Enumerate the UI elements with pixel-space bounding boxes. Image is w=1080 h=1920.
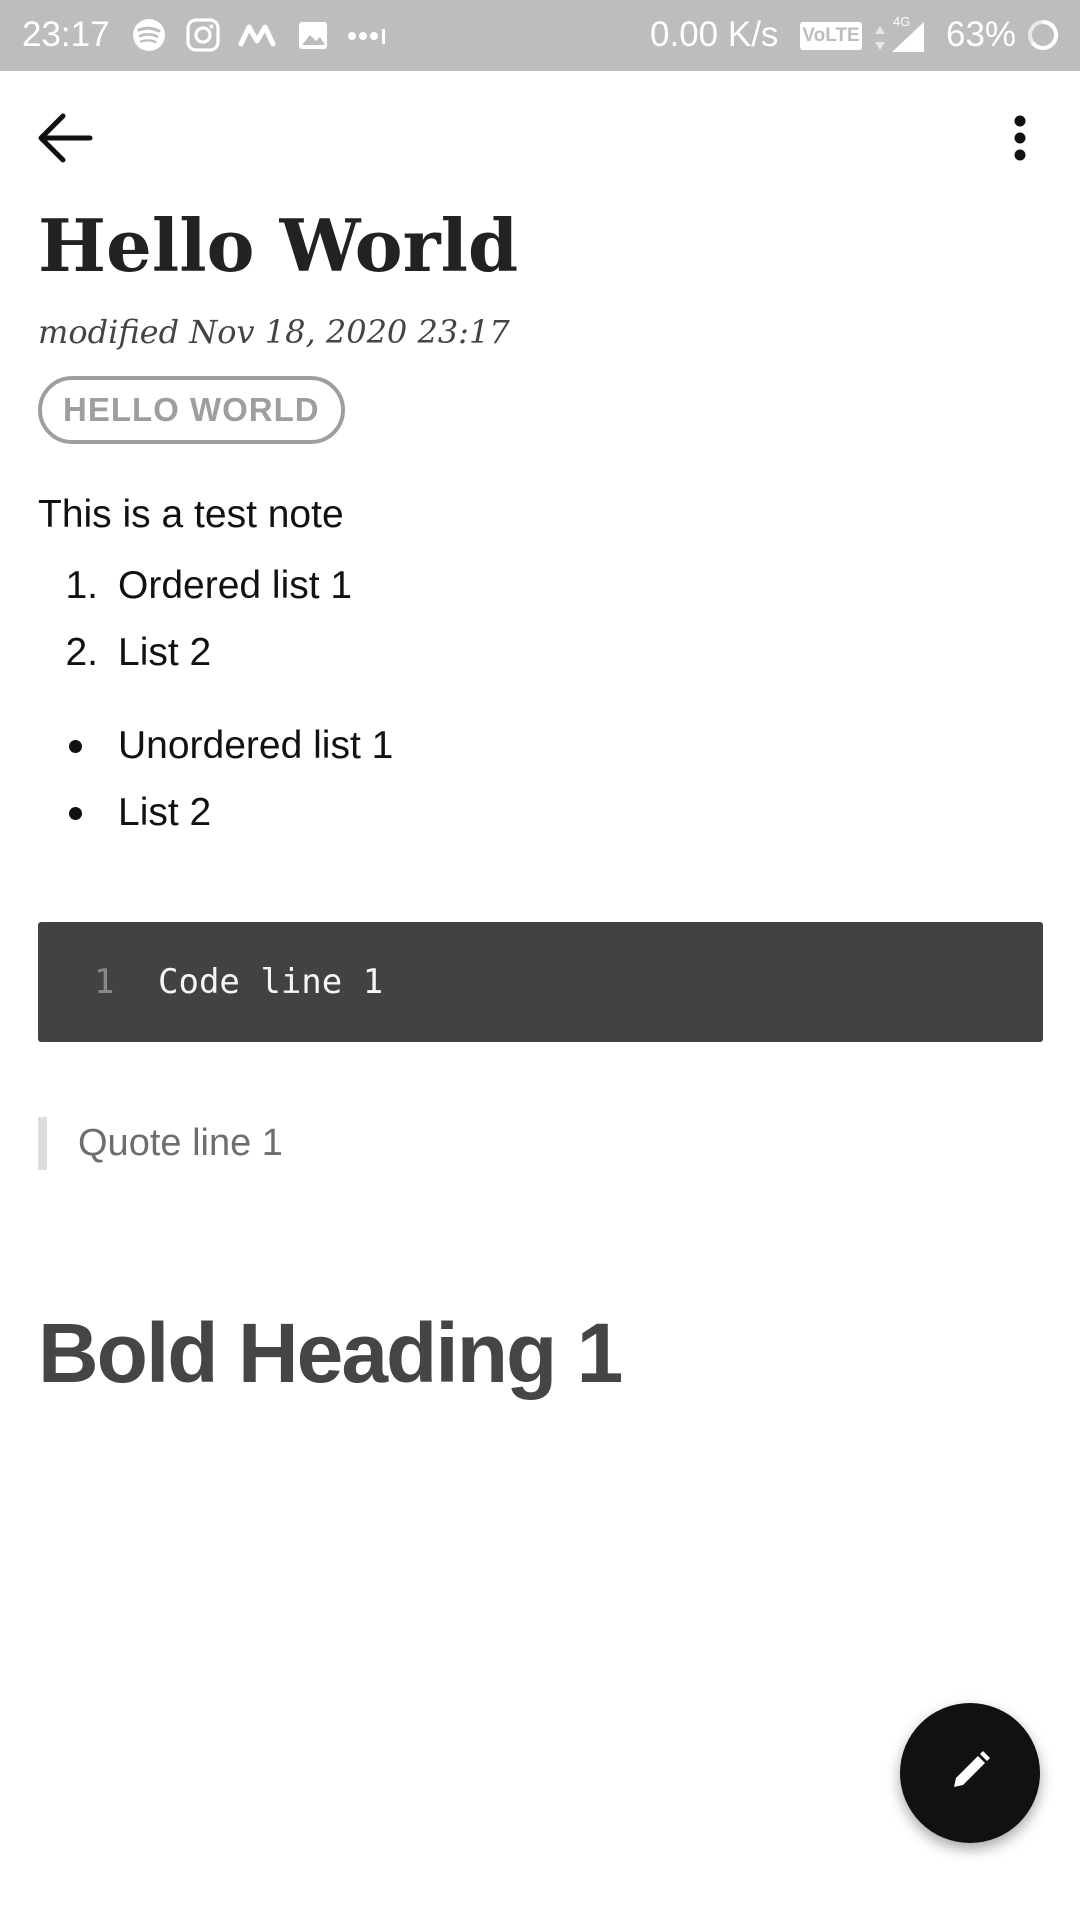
edit-pencil-icon xyxy=(948,1749,992,1798)
signal-icon xyxy=(888,20,926,54)
quote-bar xyxy=(38,1117,47,1170)
list-item-text: Unordered list 1 xyxy=(118,724,394,767)
battery-icon xyxy=(1024,16,1062,52)
modified-timestamp: modified Nov 18, 2020 23:17 xyxy=(38,313,510,351)
network-speed: 0.00 K/s xyxy=(650,15,779,54)
code-block: 1 Code line 1 xyxy=(38,922,1043,1042)
battery-percent: 63% xyxy=(946,15,1017,54)
more-options-button[interactable] xyxy=(990,105,1050,175)
bullet-icon xyxy=(69,740,82,753)
bullet-icon xyxy=(69,807,82,820)
data-arrows-icon xyxy=(874,24,886,52)
list-marker: 2. xyxy=(65,631,98,674)
bold-heading: Bold Heading 1 xyxy=(38,1306,623,1400)
note-title: Hello World xyxy=(38,203,519,288)
status-time: 23:17 xyxy=(22,15,110,54)
quote-text: Quote line 1 xyxy=(78,1122,283,1164)
list-marker: 1. xyxy=(65,564,98,607)
note-view-screen: 23:17 0.00 K/s VoLTE 4G 63% Hello World … xyxy=(0,0,1080,1920)
volte-badge: VoLTE xyxy=(800,22,862,50)
list-item-text: List 2 xyxy=(118,791,212,834)
spotify-icon xyxy=(130,17,168,53)
arrow-left-icon xyxy=(36,111,94,170)
myntra-icon xyxy=(238,17,276,53)
list-item-text: Ordered list 1 xyxy=(118,564,353,607)
code-line-text: Code line 1 xyxy=(158,962,384,1002)
instagram-icon xyxy=(184,17,222,53)
status-bar: 23:17 0.00 K/s VoLTE 4G 63% xyxy=(0,0,1080,71)
tag-chip[interactable]: HELLO WORLD xyxy=(38,376,345,444)
list-item-text: List 2 xyxy=(118,631,212,674)
edit-fab-button[interactable] xyxy=(900,1703,1040,1843)
more-vertical-icon xyxy=(1013,115,1027,166)
note-body-text: This is a test note xyxy=(38,493,344,536)
more-notifications-icon xyxy=(346,17,394,53)
code-line-number: 1 xyxy=(94,962,115,1002)
gallery-icon xyxy=(294,17,332,53)
back-button[interactable] xyxy=(30,105,100,175)
